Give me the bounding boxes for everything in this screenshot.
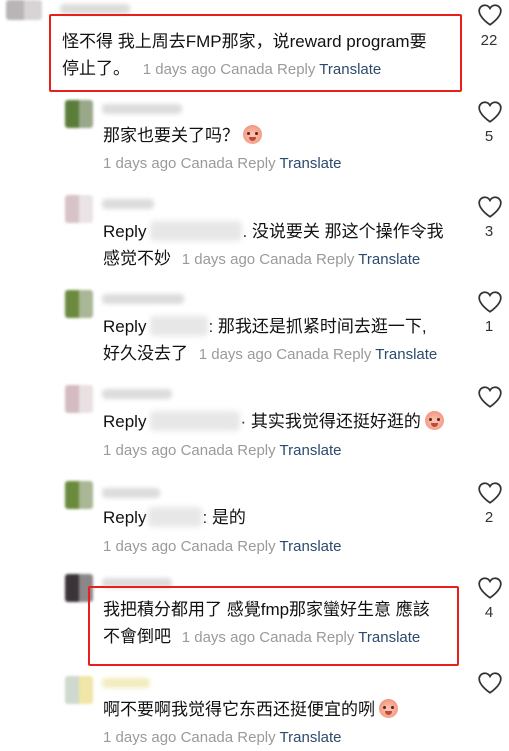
comment-meta: 1 days ago Canada Reply Translate [103,155,342,172]
like-count: 5 [484,128,494,145]
highlight-box [49,14,462,92]
avatar[interactable] [65,676,93,704]
like-heart-icon[interactable] [477,290,503,314]
redacted-mention [150,316,209,336]
translate-button[interactable]: Translate [280,155,342,172]
like-count: 1 [484,318,494,335]
translate-button[interactable]: Translate [280,442,342,459]
comment-meta: 1 days ago Canada Reply Translate [181,251,421,268]
like-heart-icon[interactable] [477,3,503,27]
comment-text: Reply · 其实我觉得还挺好逛的 [103,408,444,435]
like-heart-icon[interactable] [477,100,503,124]
comment-text: 啊不要啊我觉得它东西还挺便宜的咧 [103,696,398,723]
reply-button[interactable]: Reply [237,729,275,746]
crying-face-emoji [424,411,444,430]
reply-button[interactable]: Reply [237,155,275,172]
username[interactable] [102,678,150,688]
like-count: 22 [480,32,498,49]
like-count: 4 [484,604,494,621]
translate-button[interactable]: Translate [280,538,342,555]
like-count: 3 [484,223,494,240]
highlight-box [88,586,459,666]
username[interactable] [102,389,172,399]
avatar[interactable] [65,290,93,318]
username[interactable] [102,104,182,114]
comment-text: Reply. 没说要关 那这个操作令我 感觉不妙 1 days ago Cana… [103,221,444,268]
crying-face-emoji [243,125,262,144]
like-heart-icon[interactable] [477,671,503,695]
reply-button[interactable]: Reply [316,251,354,268]
redacted-mention [150,221,243,241]
avatar[interactable] [6,0,42,20]
avatar[interactable] [65,100,93,128]
avatar[interactable] [65,195,93,223]
like-heart-icon[interactable] [477,481,503,505]
redacted-mention [150,411,241,431]
username[interactable] [102,199,154,209]
translate-button[interactable]: Translate [280,729,342,746]
comment-text: Reply: 那我还是抓紧时间去逛一下, 好久没去了 1 days ago Ca… [103,316,438,363]
like-heart-icon[interactable] [477,385,503,409]
like-heart-icon[interactable] [477,576,503,600]
reply-button[interactable]: Reply [333,346,371,363]
translate-button[interactable]: Translate [358,251,420,268]
redacted-mention [148,507,203,527]
avatar[interactable] [65,481,93,509]
username[interactable] [102,488,160,498]
reply-button[interactable]: Reply [237,538,275,555]
crying-face-emoji [379,699,398,718]
translate-button[interactable]: Translate [375,346,437,363]
comment-meta: 1 days ago Canada Reply Translate [103,442,342,459]
comment-text: Reply: 是的 [103,507,246,527]
comment-meta: 1 days ago Canada Reply Translate [198,346,438,363]
comment-meta: 1 days ago Canada Reply Translate [103,538,342,555]
comment-text: 那家也要关了吗？ [103,122,262,149]
avatar[interactable] [65,385,93,413]
username[interactable] [60,4,130,14]
like-heart-icon[interactable] [477,195,503,219]
like-count: 2 [484,509,494,526]
reply-button[interactable]: Reply [237,442,275,459]
username[interactable] [102,294,184,304]
comment-meta: 1 days ago Canada Reply Translate [103,729,342,746]
